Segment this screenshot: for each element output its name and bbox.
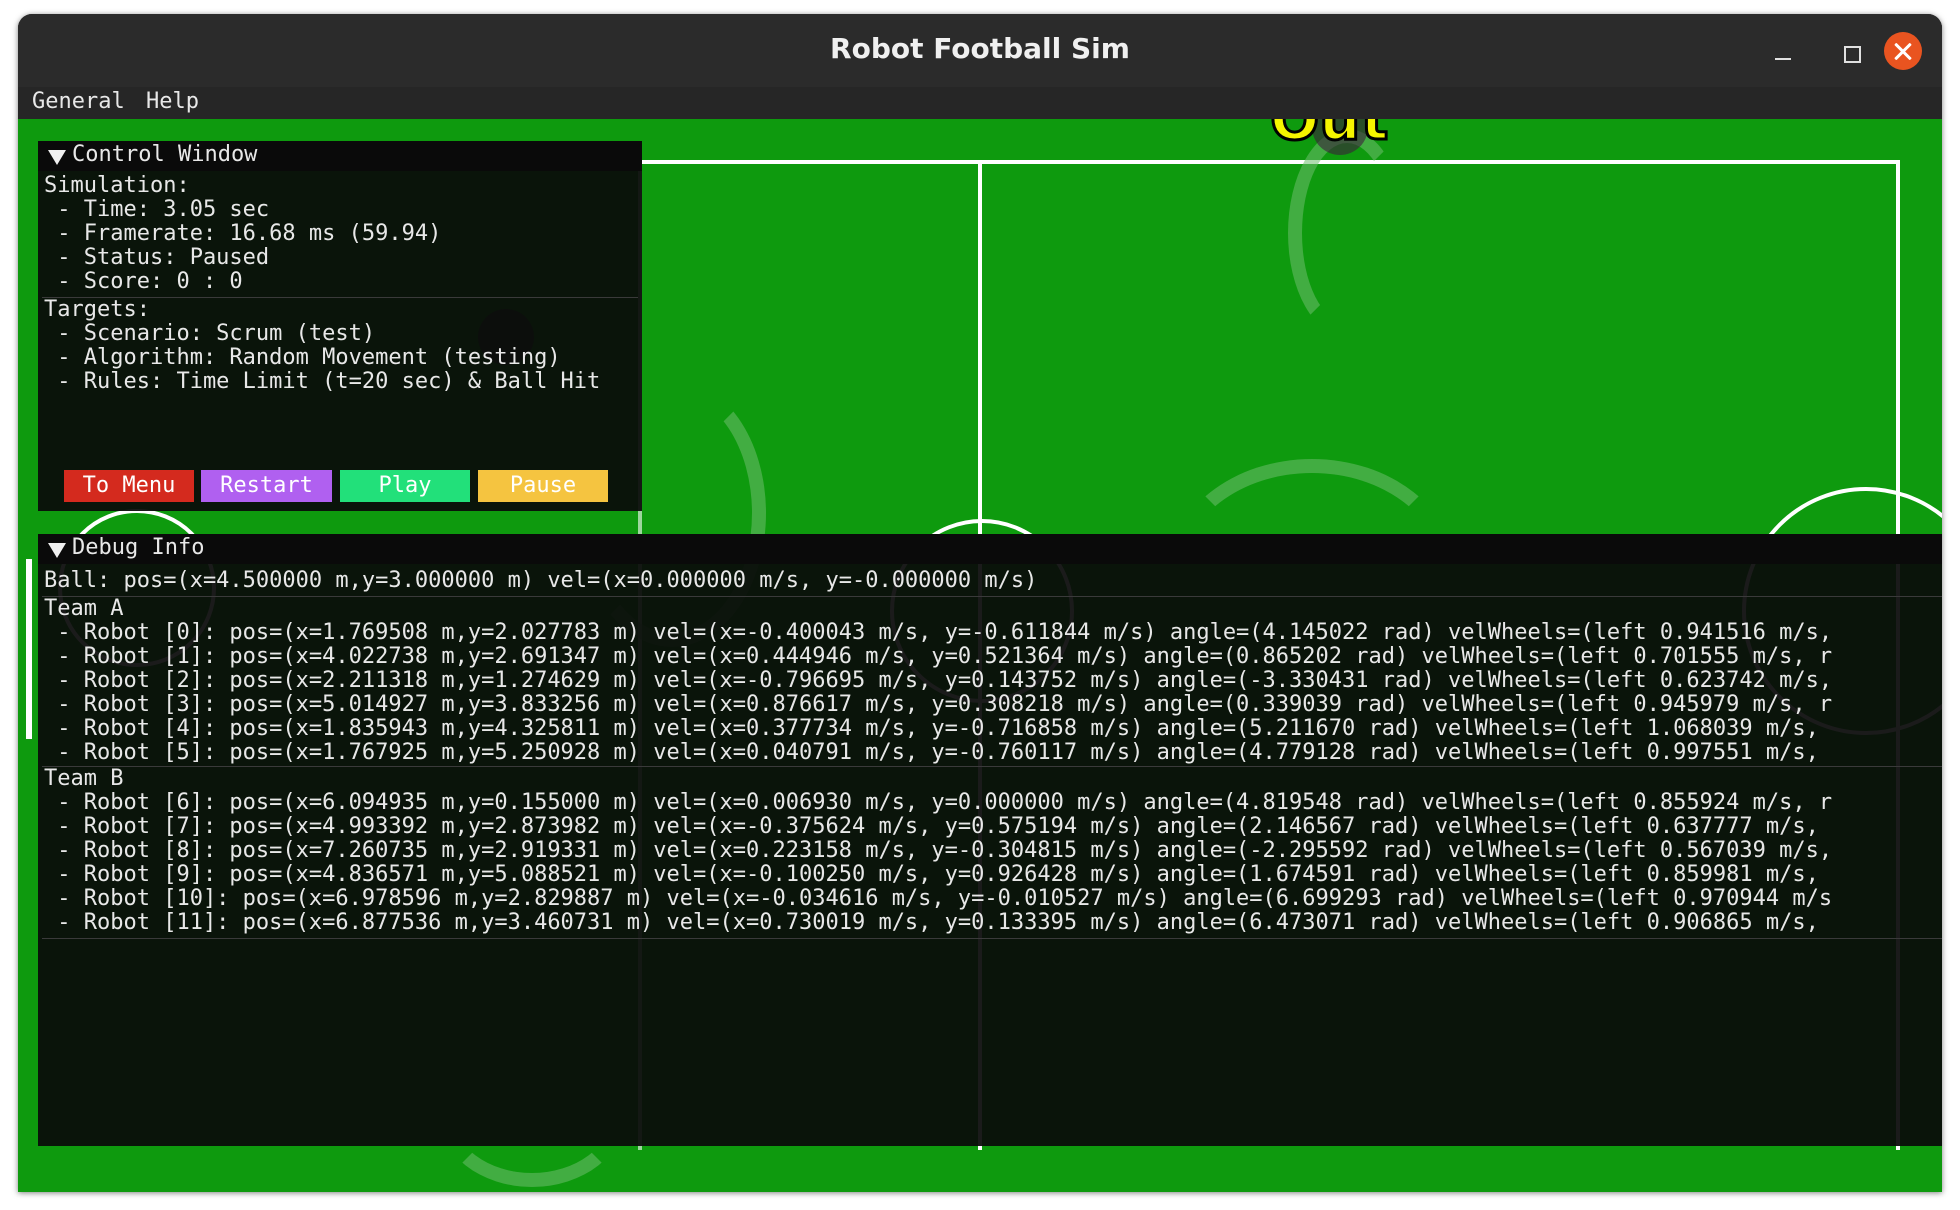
- app-window: Robot Football Sim General Help Out Cont…: [18, 14, 1942, 1192]
- ball-info: Ball: pos=(x=4.500000 m,y=3.000000 m) ve…: [44, 568, 1038, 593]
- debug-window: Debug Info Ball: pos=(x=4.500000 m,y=3.0…: [38, 534, 1942, 1146]
- debug-window-header[interactable]: Debug Info: [38, 534, 1942, 564]
- title-bar[interactable]: Robot Football Sim: [18, 14, 1942, 87]
- control-window: Control Window Simulation: - Time: 3.05 …: [38, 141, 642, 511]
- team-a-robot-row: - Robot [3]: pos=(x=5.014927 m,y=3.83325…: [44, 692, 1833, 717]
- window-title: Robot Football Sim: [830, 32, 1130, 65]
- control-window-header[interactable]: Control Window: [38, 141, 642, 171]
- target-rules: - Rules: Time Limit (t=20 sec) & Ball Hi…: [44, 369, 601, 394]
- restart-button[interactable]: Restart: [201, 470, 332, 502]
- separator: [42, 766, 1942, 767]
- robot-trail: [1288, 129, 1406, 337]
- sim-status: - Status: Paused: [44, 245, 270, 270]
- collapse-arrow-icon[interactable]: [48, 543, 66, 558]
- pause-button[interactable]: Pause: [478, 470, 608, 502]
- sim-time: - Time: 3.05 sec: [44, 197, 270, 222]
- team-a-robot-row: - Robot [0]: pos=(x=1.769508 m,y=2.02778…: [44, 620, 1833, 645]
- to-menu-button[interactable]: To Menu: [64, 470, 194, 502]
- simulation-label: Simulation:: [44, 173, 190, 198]
- minimize-button[interactable]: [1766, 36, 1800, 70]
- close-button[interactable]: [1884, 32, 1922, 70]
- sim-framerate: - Framerate: 16.68 ms (59.94): [44, 221, 442, 246]
- team-a-robot-row: - Robot [4]: pos=(x=1.835943 m,y=4.32581…: [44, 716, 1819, 741]
- team-a-robot-row: - Robot [2]: pos=(x=2.211318 m,y=1.27462…: [44, 668, 1833, 693]
- team-a-label: Team A: [44, 596, 124, 621]
- left-goal-line: [26, 559, 32, 739]
- menu-bar: General Help: [18, 87, 1942, 119]
- team-b-robot-row: - Robot [8]: pos=(x=7.260735 m,y=2.91933…: [44, 838, 1833, 863]
- maximize-button[interactable]: [1834, 36, 1868, 70]
- team-b-robot-row: - Robot [9]: pos=(x=4.836571 m,y=5.08852…: [44, 862, 1819, 887]
- targets-label: Targets:: [44, 297, 150, 322]
- team-a-robot-row: - Robot [1]: pos=(x=4.022738 m,y=2.69134…: [44, 644, 1833, 669]
- team-b-robot-row: - Robot [6]: pos=(x=6.094935 m,y=0.15500…: [44, 790, 1833, 815]
- team-b-label: Team B: [44, 766, 124, 791]
- play-button[interactable]: Play: [340, 470, 470, 502]
- target-algorithm: - Algorithm: Random Movement (testing): [44, 345, 561, 370]
- menu-general[interactable]: General: [32, 89, 125, 114]
- separator: [42, 596, 1942, 597]
- team-b-robot-row: - Robot [11]: pos=(x=6.877536 m,y=3.4607…: [44, 910, 1819, 935]
- team-b-robot-row: - Robot [10]: pos=(x=6.978596 m,y=2.8298…: [44, 886, 1833, 911]
- out-overlay: Out: [1268, 119, 1389, 155]
- sim-score: - Score: 0 : 0: [44, 269, 243, 294]
- target-scenario: - Scenario: Scrum (test): [44, 321, 376, 346]
- collapse-arrow-icon[interactable]: [48, 150, 66, 165]
- separator: [42, 938, 1942, 939]
- team-a-robot-row: - Robot [5]: pos=(x=1.767925 m,y=5.25092…: [44, 740, 1819, 765]
- menu-help[interactable]: Help: [146, 89, 199, 114]
- team-b-robot-row: - Robot [7]: pos=(x=4.993392 m,y=2.87398…: [44, 814, 1819, 839]
- field-top-line: [638, 160, 1900, 164]
- debug-window-title: Debug Info: [72, 535, 205, 560]
- control-window-title: Control Window: [72, 142, 258, 167]
